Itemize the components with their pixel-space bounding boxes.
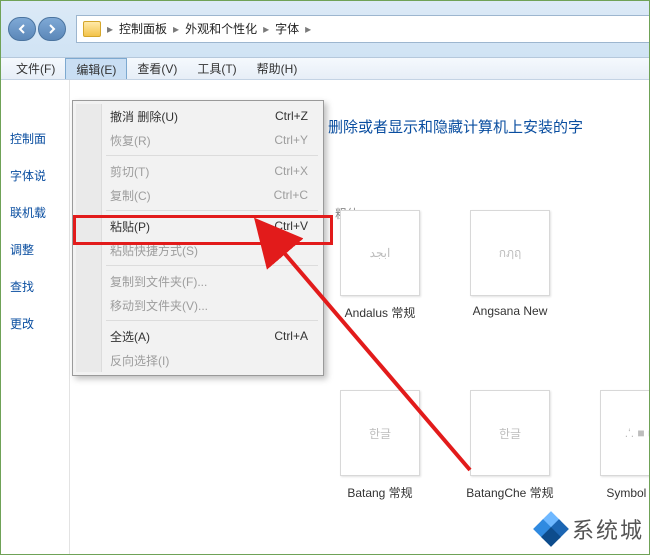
window-titlebar: ▸ 控制面板 ▸ 外观和个性化 ▸ 字体 ▸ (0, 0, 650, 58)
menu-invert-selection[interactable]: 反向选择(I) (76, 348, 320, 372)
menu-separator (106, 210, 318, 211)
breadcrumb-item[interactable]: 字体 (275, 20, 299, 37)
menu-paste[interactable]: 粘贴(P)Ctrl+V (76, 214, 320, 238)
sidebar: 控制面 字体说 联机载 调整 查找 更改 (0, 80, 70, 555)
nav-back-button[interactable] (8, 17, 36, 41)
breadcrumb-sep-icon: ▸ (305, 22, 311, 36)
breadcrumb-sep-icon: ▸ (173, 22, 179, 36)
menu-paste-shortcut[interactable]: 粘贴快捷方式(S) (76, 238, 320, 262)
font-label: Andalus 常规 (330, 304, 430, 321)
arrow-right-icon (47, 24, 57, 34)
sidebar-link[interactable]: 控制面 (0, 120, 69, 157)
nav-buttons (8, 17, 66, 41)
menu-redo[interactable]: 恢复(R)Ctrl+Y (76, 128, 320, 152)
address-bar[interactable]: ▸ 控制面板 ▸ 外观和个性化 ▸ 字体 ▸ (76, 15, 650, 43)
menubar: 文件(F) 编辑(E) 查看(V) 工具(T) 帮助(H) (0, 58, 650, 80)
breadcrumb-sep-icon: ▸ (107, 22, 113, 36)
menu-file[interactable]: 文件(F) (6, 58, 65, 79)
font-label: Batang 常规 (330, 484, 430, 501)
sidebar-link[interactable]: 更改 (0, 305, 69, 342)
font-row: 한글 Batang 常规 한글 BatangChe 常规 .‘. ■ ■ Sym… (330, 390, 650, 501)
watermark-text: 系统城 (572, 513, 644, 545)
menu-separator (106, 155, 318, 156)
menu-tools[interactable]: 工具(T) (187, 58, 246, 79)
font-preview: กฦฤ (470, 210, 550, 296)
menu-move-to-folder[interactable]: 移动到文件夹(V)... (76, 293, 320, 317)
sidebar-link[interactable]: 调整 (0, 231, 69, 268)
menu-help[interactable]: 帮助(H) (247, 58, 308, 79)
folder-icon (83, 21, 101, 37)
menu-view[interactable]: 查看(V) (127, 58, 187, 79)
font-label: Angsana New (460, 304, 560, 318)
menu-separator (106, 265, 318, 266)
watermark: 系统城 (536, 513, 644, 545)
font-item-andalus[interactable]: ابجد Andalus 常规 (330, 210, 430, 321)
breadcrumb-sep-icon: ▸ (263, 22, 269, 36)
breadcrumb-item[interactable]: 控制面板 (119, 20, 167, 37)
font-label: BatangChe 常规 (460, 484, 560, 501)
font-item-angsana[interactable]: กฦฤ Angsana New (460, 210, 560, 321)
font-preview: 한글 (470, 390, 550, 476)
menu-copy-to-folder[interactable]: 复制到文件夹(F)... (76, 269, 320, 293)
menu-separator (106, 320, 318, 321)
font-row: ابجد Andalus 常规 กฦฤ Angsana New (330, 210, 560, 321)
sidebar-link[interactable]: 字体说 (0, 157, 69, 194)
arrow-left-icon (17, 24, 27, 34)
main-heading: 删除或者显示和隐藏计算机上安装的字 (328, 116, 583, 137)
nav-forward-button[interactable] (38, 17, 66, 41)
edit-menu-dropdown: 撤消 删除(U)Ctrl+Z 恢复(R)Ctrl+Y 剪切(T)Ctrl+X 复… (72, 100, 324, 376)
menu-edit[interactable]: 编辑(E) (65, 58, 127, 79)
font-preview: ابجد (340, 210, 420, 296)
sidebar-link[interactable]: 联机载 (0, 194, 69, 231)
font-label: Symbol 字符 (590, 484, 650, 501)
font-item-symbol[interactable]: .‘. ■ ■ Symbol 字符 (590, 390, 650, 501)
font-item-batang[interactable]: 한글 Batang 常规 (330, 390, 430, 501)
watermark-logo-icon (536, 514, 566, 544)
breadcrumb-item[interactable]: 外观和个性化 (185, 20, 257, 37)
menu-undo[interactable]: 撤消 删除(U)Ctrl+Z (76, 104, 320, 128)
font-item-batangche[interactable]: 한글 BatangChe 常规 (460, 390, 560, 501)
menu-copy[interactable]: 复制(C)Ctrl+C (76, 183, 320, 207)
sidebar-link[interactable]: 查找 (0, 268, 69, 305)
font-preview: .‘. ■ ■ (600, 390, 650, 476)
menu-cut[interactable]: 剪切(T)Ctrl+X (76, 159, 320, 183)
menu-select-all[interactable]: 全选(A)Ctrl+A (76, 324, 320, 348)
font-preview: 한글 (340, 390, 420, 476)
